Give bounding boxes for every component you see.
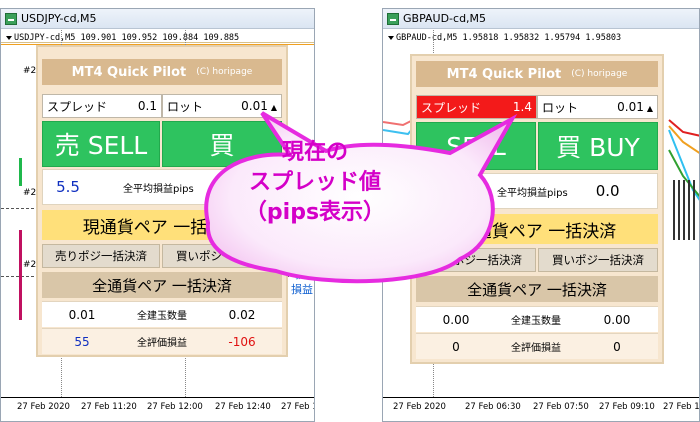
total-lots-row: 0.00 全建玉数量 0.00 xyxy=(416,306,658,332)
window-titlebar[interactable]: USDJPY-cd,M5 xyxy=(1,9,314,29)
time-tick-label: 27 Feb 11:20 xyxy=(81,402,137,412)
total-lots-row: 0.01 全建玉数量 0.02 xyxy=(42,301,282,327)
lots-left: 0.00 xyxy=(442,312,470,327)
pl-left: 0 xyxy=(452,339,460,354)
copyright: (C) horipage xyxy=(196,67,253,77)
time-tick-label: 27 Feb 12:40 xyxy=(215,402,271,412)
sell-button[interactable]: 売 SELL xyxy=(42,121,160,167)
time-tick-label: 27 Feb 13: xyxy=(281,402,314,412)
order-mark: #2 xyxy=(23,188,37,198)
order-mark: #2 xyxy=(23,66,37,76)
callout-line-2: スプレッド値 xyxy=(248,170,381,195)
panel-title-text: MT4 Quick Pilot xyxy=(446,66,562,82)
callout-text: 現在の スプレッド値 （pips表示） xyxy=(240,138,390,228)
lots-label: 全建玉数量 xyxy=(137,311,187,322)
time-tick-label: 27 Feb 09:10 xyxy=(599,402,655,412)
lots-right: 0.00 xyxy=(603,312,631,327)
avg-pips-value: 5.5 xyxy=(56,178,80,196)
total-pl-row: 0 全評価損益 0 xyxy=(416,333,658,359)
avg-pips-right: 0.0 xyxy=(595,182,620,200)
lots-label: 全建玉数量 xyxy=(511,316,561,327)
time-tick-label: 27 Feb 06:30 xyxy=(465,402,521,412)
time-axis: 27 Feb 2020 27 Feb 06:30 27 Feb 07:50 27… xyxy=(383,397,699,421)
candle xyxy=(19,158,22,186)
total-pl-row: 55 全評価損益 -106 xyxy=(42,328,282,354)
indicator-line xyxy=(668,119,699,137)
callout-line-1: 現在の xyxy=(281,140,348,165)
close-buy-positions-button[interactable]: 買いポジ一括決済 xyxy=(538,248,658,272)
time-tick-label: 27 Feb 10: xyxy=(663,402,700,412)
close-sell-positions-button[interactable]: 売りポジ一括決済 xyxy=(42,244,160,268)
window-titlebar[interactable]: GBPAUD-cd,M5 xyxy=(383,9,699,29)
time-axis: 27 Feb 2020 27 Feb 11:20 27 Feb 12:00 27… xyxy=(1,397,314,421)
order-mark: #2 xyxy=(23,260,37,270)
panel-title: MT4 Quick Pilot (C) horipage xyxy=(416,61,658,87)
copyright: (C) horipage xyxy=(571,69,628,79)
lot-label: ロット xyxy=(542,100,579,115)
lot-value[interactable]: 0.01 xyxy=(617,100,644,114)
pl-right: 0 xyxy=(613,339,621,354)
time-tick-label: 27 Feb 12:00 xyxy=(147,402,203,412)
buy-button[interactable]: 買 BUY xyxy=(538,122,658,170)
lot-field[interactable]: ロット 0.01 ▲ xyxy=(537,95,658,119)
window-title: GBPAUD-cd,M5 xyxy=(403,12,487,25)
price-line xyxy=(1,42,314,43)
window-title: USDJPY-cd,M5 xyxy=(21,12,97,25)
spread-label: スプレッド xyxy=(47,99,108,114)
time-tick-label: 27 Feb 2020 xyxy=(393,402,446,412)
spread-display: スプレッド 0.1 xyxy=(42,94,162,118)
pl-right: -106 xyxy=(228,334,256,349)
pl-label: 全評価損益 xyxy=(511,343,561,354)
panel-title: MT4 Quick Pilot (C) horipage xyxy=(42,59,282,85)
chart-window-icon xyxy=(387,12,399,25)
lots-right: 0.02 xyxy=(228,307,256,322)
time-tick-label: 27 Feb 07:50 xyxy=(533,402,589,412)
pl-left: 55 xyxy=(74,334,90,349)
candles xyxy=(673,180,697,240)
pl-label: 全評価損益 xyxy=(137,338,187,349)
dropdown-triangle-icon xyxy=(6,35,12,40)
lot-stepper-icon[interactable]: ▲ xyxy=(647,104,653,113)
callout-line-3: （pips表示） xyxy=(244,200,386,225)
candle xyxy=(19,230,22,320)
lots-left: 0.01 xyxy=(68,307,96,322)
panel-title-text: MT4 Quick Pilot xyxy=(71,64,187,80)
time-tick-label: 27 Feb 2020 xyxy=(17,402,70,412)
chart-window-icon xyxy=(5,12,17,25)
